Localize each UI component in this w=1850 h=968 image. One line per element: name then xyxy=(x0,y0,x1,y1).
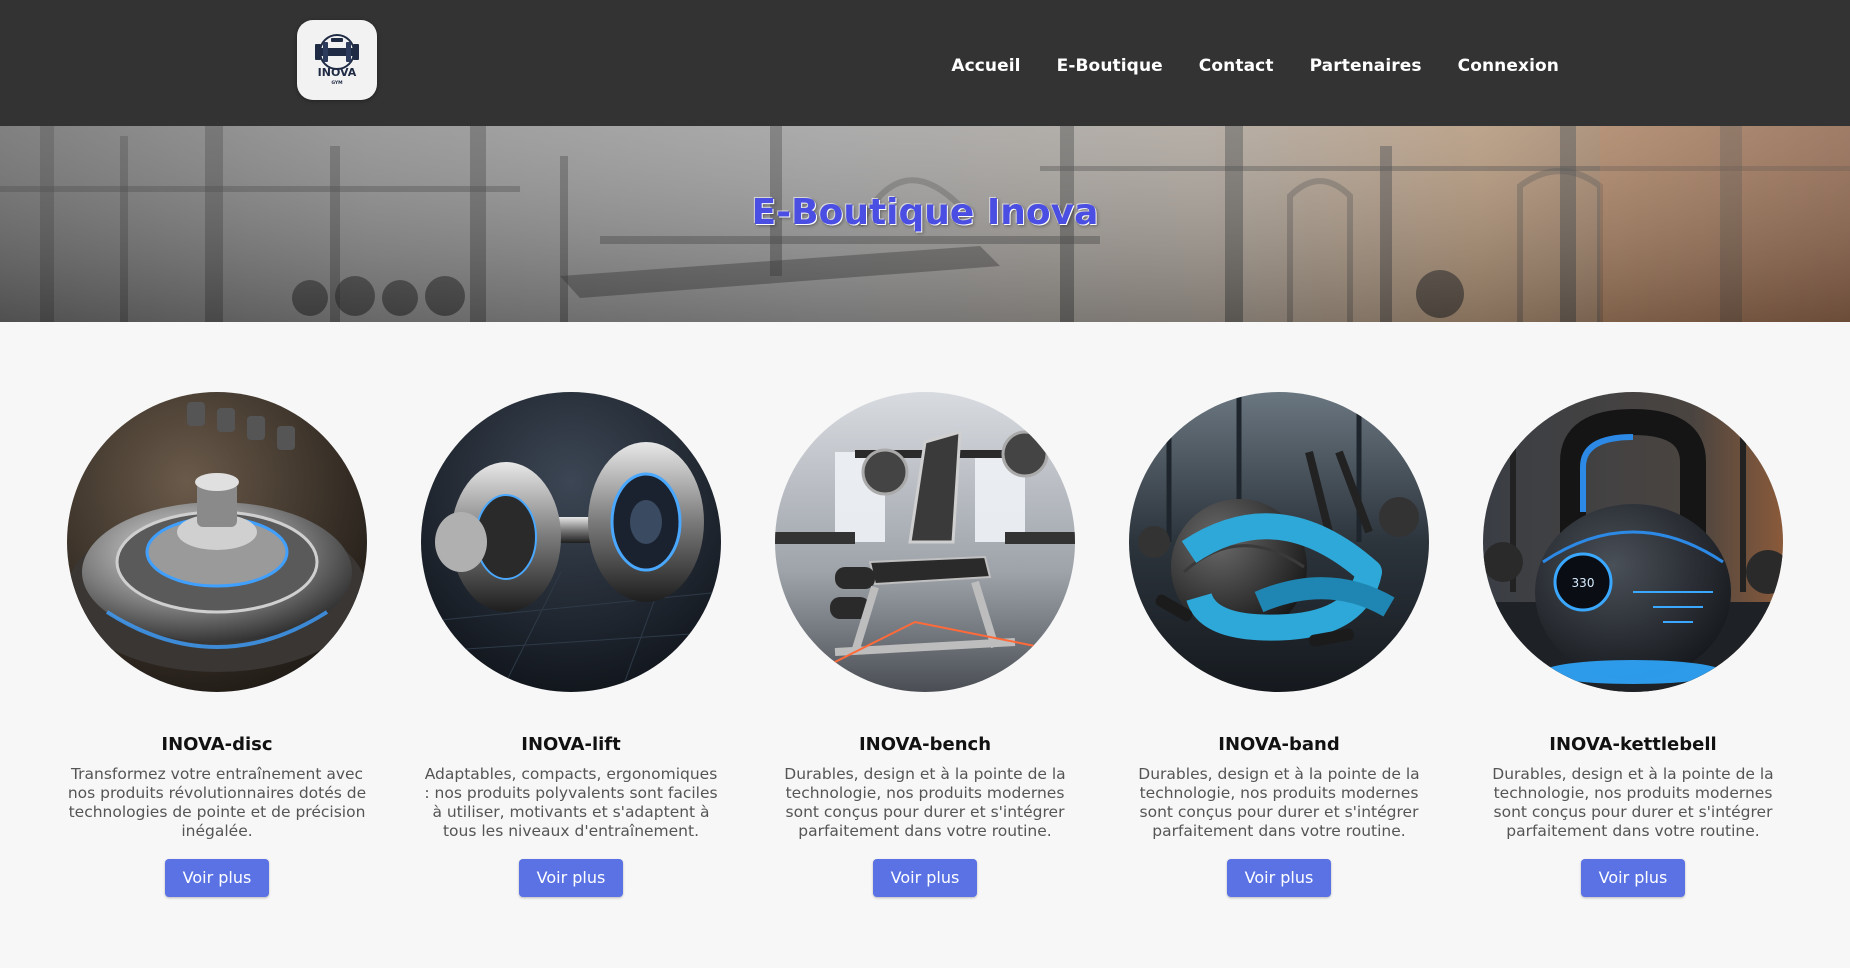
nav-contact[interactable]: Contact xyxy=(1199,56,1274,76)
inova-gym-logo[interactable]: INOVA GYM xyxy=(297,20,377,100)
product-description: Transformez votre entraînement avec nos … xyxy=(67,765,367,840)
product-description: Durables, design et à la pointe de la te… xyxy=(1138,765,1420,840)
product-image-bench[interactable] xyxy=(775,392,1075,692)
product-image-lift[interactable] xyxy=(421,392,721,692)
product-image-band[interactable] xyxy=(1129,392,1429,692)
product-image-kettlebell[interactable]: 330 xyxy=(1483,392,1783,692)
band-image-icon xyxy=(1129,392,1429,692)
nav-connexion[interactable]: Connexion xyxy=(1458,56,1559,76)
product-description: Adaptables, compacts, ergonomiques : nos… xyxy=(424,765,718,840)
product-description: Durables, design et à la pointe de la te… xyxy=(1492,765,1774,840)
product-card-disc: INOVA-disc Transformez votre entraînemen… xyxy=(57,392,377,897)
product-title: INOVA-bench xyxy=(858,734,992,755)
product-image-disc[interactable] xyxy=(67,392,367,692)
voir-plus-button[interactable]: Voir plus xyxy=(518,859,624,897)
nav-accueil[interactable]: Accueil xyxy=(951,56,1020,76)
svg-text:INOVA: INOVA xyxy=(318,66,357,79)
product-description: Durables, design et à la pointe de la te… xyxy=(784,765,1066,840)
product-grid: INOVA-disc Transformez votre entraînemen… xyxy=(0,322,1850,968)
product-title: INOVA-band xyxy=(1218,734,1340,755)
dumbbell-logo-icon: INOVA GYM xyxy=(315,34,359,86)
kettlebell-image-icon: 330 xyxy=(1483,392,1783,692)
svg-text:GYM: GYM xyxy=(331,80,343,86)
nav-e-boutique[interactable]: E-Boutique xyxy=(1057,56,1163,76)
product-title: INOVA-disc xyxy=(161,734,273,755)
dumbbell-image-icon xyxy=(421,392,721,692)
product-card-bench: INOVA-bench Durables, design et à la poi… xyxy=(765,392,1085,897)
voir-plus-button[interactable]: Voir plus xyxy=(1226,859,1332,897)
voir-plus-button[interactable]: Voir plus xyxy=(164,859,270,897)
product-card-band: INOVA-band Durables, design et à la poin… xyxy=(1119,392,1439,897)
site-header: INOVA GYM Accueil E-Boutique Contact Par… xyxy=(0,0,1850,126)
nav-partenaires[interactable]: Partenaires xyxy=(1310,56,1422,76)
hero-banner: E-Boutique Inova xyxy=(0,126,1850,322)
bench-image-icon xyxy=(775,392,1075,692)
page-title: E-Boutique Inova xyxy=(751,192,1099,233)
voir-plus-button[interactable]: Voir plus xyxy=(872,859,978,897)
product-card-kettlebell: 330 INOVA-kettlebell Durables, design et… xyxy=(1473,392,1793,897)
main-nav: Accueil E-Boutique Contact Partenaires C… xyxy=(951,56,1559,76)
disc-image-icon xyxy=(67,392,367,692)
voir-plus-button[interactable]: Voir plus xyxy=(1580,859,1686,897)
product-title: INOVA-kettlebell xyxy=(1549,734,1717,755)
product-card-lift: INOVA-lift Adaptables, compacts, ergonom… xyxy=(411,392,731,897)
product-title: INOVA-lift xyxy=(521,734,621,755)
svg-text:330: 330 xyxy=(1572,576,1595,590)
